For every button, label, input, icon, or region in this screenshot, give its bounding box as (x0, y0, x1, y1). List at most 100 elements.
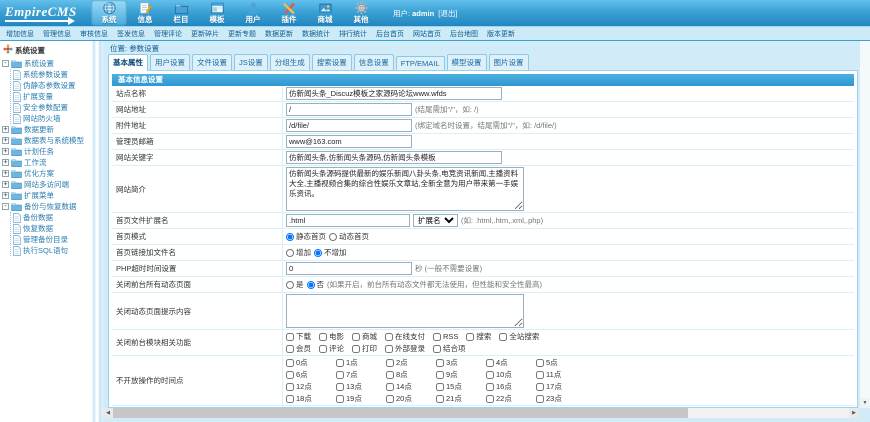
closed_hours-checkbox-0-4[interactable] (486, 358, 494, 367)
menubar-item-2[interactable]: 审核信息 (80, 29, 108, 39)
close_modules-checkbox-0-0[interactable] (286, 332, 294, 341)
closed_hours-check-0-4[interactable]: 4点 (486, 357, 536, 368)
closed_hours-check-3-0[interactable]: 18点 (286, 393, 336, 404)
tab-search[interactable]: 搜索设置 (311, 54, 352, 70)
index_mode-radio-1[interactable] (329, 232, 337, 241)
closed_hours-checkbox-1-0[interactable] (286, 370, 294, 379)
tree-leaf-rewrite-params[interactable]: 伪静态参数设置 (13, 80, 92, 91)
closed_hours-check-2-2[interactable]: 14点 (386, 381, 436, 392)
closed_hours-checkbox-0-2[interactable] (386, 358, 394, 367)
close_modules-checkbox-1-2[interactable] (352, 344, 360, 353)
tree-node-workflow[interactable]: + 工作流 (2, 157, 92, 168)
close_modules-checkbox-1-3[interactable] (385, 344, 393, 353)
closed_hours-checkbox-0-5[interactable] (536, 358, 544, 367)
tree-node-multi-access[interactable]: + 网站多访问端 (2, 179, 92, 190)
close_dynamic-radio-1[interactable] (306, 280, 315, 289)
closed_hours-checkbox-3-1[interactable] (336, 394, 344, 403)
menubar-item-10[interactable]: 后台首页 (376, 29, 404, 39)
attachment_url-input[interactable] (286, 119, 412, 132)
close_modules-checkbox-0-4[interactable] (433, 332, 441, 341)
nav-item-column[interactable]: 栏目 (163, 0, 199, 26)
tree-expander-icon[interactable]: + (2, 181, 9, 188)
closed_hours-checkbox-0-0[interactable] (286, 358, 294, 367)
closed_hours-check-0-1[interactable]: 1点 (336, 357, 386, 368)
close_modules-checkbox-1-0[interactable] (286, 344, 294, 353)
closed_hours-checkbox-3-4[interactable] (486, 394, 494, 403)
tab-info[interactable]: 信息设置 (353, 54, 394, 70)
horizontal-scrollbar[interactable]: ◀ ▶ (103, 408, 859, 418)
close_modules-checkbox-0-3[interactable] (385, 332, 393, 341)
closed_hours-checkbox-2-4[interactable] (486, 382, 494, 391)
close_modules-check-1-4[interactable]: 结合项 (433, 343, 466, 354)
index_filename-option-0[interactable]: 增加 (286, 247, 311, 258)
close_modules-check-0-1[interactable]: 电影 (319, 331, 344, 342)
closed_hours-check-2-0[interactable]: 12点 (286, 381, 336, 392)
tree-node-data-update[interactable]: + 数据更新 (2, 124, 92, 135)
tree-node-optimize[interactable]: + 优化方案 (2, 168, 92, 179)
closed_hours-checkbox-2-3[interactable] (436, 382, 444, 391)
closed_hours-checkbox-2-0[interactable] (286, 382, 294, 391)
index_ext-input[interactable] (286, 214, 410, 227)
menubar-item-7[interactable]: 数据更新 (265, 29, 293, 39)
nav-item-shop[interactable]: 商城 (307, 0, 343, 26)
logout-link[interactable]: [退出] (438, 9, 457, 18)
index_ext-select[interactable]: 扩展名 (413, 214, 458, 227)
close_dynamic-radio-0[interactable] (286, 280, 294, 289)
close_modules-check-1-0[interactable]: 会员 (286, 343, 311, 354)
close_modules-checkbox-0-5[interactable] (466, 332, 475, 341)
closed_hours-check-0-2[interactable]: 2点 (386, 357, 436, 368)
closed_hours-check-3-1[interactable]: 19点 (336, 393, 386, 404)
closed_hours-check-0-3[interactable]: 3点 (436, 357, 486, 368)
site_name-input[interactable] (286, 87, 502, 100)
close_dynamic-option-0[interactable]: 是 (286, 279, 304, 290)
index_filename-radio-1[interactable] (314, 248, 322, 257)
tree-leaf-ext-vars[interactable]: 扩展变量 (13, 91, 92, 102)
close_modules-check-0-5[interactable]: 搜索 (466, 331, 491, 342)
close_modules-check-0-0[interactable]: 下载 (286, 331, 311, 342)
tree-expander-icon[interactable]: + (2, 148, 9, 155)
breadcrumb-current[interactable]: 参数设置 (129, 44, 159, 53)
scroll-right-icon[interactable]: ▶ (849, 408, 859, 418)
site_keywords-input[interactable] (286, 151, 502, 164)
closed_hours-check-1-5[interactable]: 11点 (536, 369, 586, 380)
tree-leaf-manage-backup-dir[interactable]: 管理备份目录 (13, 234, 92, 245)
nav-item-other[interactable]: 其他 (343, 0, 379, 26)
menubar-item-0[interactable]: 增加信息 (6, 29, 34, 39)
nav-item-system[interactable]: 系统 (91, 0, 127, 26)
close_modules-checkbox-0-2[interactable] (352, 332, 360, 341)
tree-expander-icon[interactable]: + (2, 192, 9, 199)
site_description-textarea[interactable] (286, 167, 524, 211)
nav-item-template[interactable]: 模板 (199, 0, 235, 26)
closed_hours-checkbox-0-3[interactable] (436, 358, 444, 367)
close_modules-checkbox-0-1[interactable] (319, 332, 327, 341)
menubar-item-3[interactable]: 签发信息 (117, 29, 145, 39)
menubar-item-13[interactable]: 版本更新 (487, 29, 515, 39)
php_timeout-input[interactable] (286, 262, 412, 275)
close_modules-check-0-2[interactable]: 商城 (352, 331, 377, 342)
vertical-scrollbar[interactable]: ▼ (860, 41, 870, 408)
closed_hours-checkbox-1-4[interactable] (486, 370, 494, 379)
closed_hours-check-2-5[interactable]: 17点 (536, 381, 586, 392)
closed_hours-check-2-4[interactable]: 16点 (486, 381, 536, 392)
menubar-item-5[interactable]: 更新碎片 (191, 29, 219, 39)
tab-basic[interactable]: 基本属性 (108, 54, 148, 71)
closed_hours-checkbox-2-1[interactable] (336, 382, 344, 391)
frame-splitter[interactable] (92, 41, 103, 422)
closed_hours-checkbox-3-5[interactable] (536, 394, 544, 403)
closed_hours-checkbox-1-2[interactable] (386, 370, 394, 379)
closed_hours-check-1-3[interactable]: 9点 (436, 369, 486, 380)
tree-expander-icon[interactable]: + (2, 159, 9, 166)
closed_hours-check-0-5[interactable]: 5点 (536, 357, 586, 368)
closed_hours-check-1-1[interactable]: 7点 (336, 369, 386, 380)
site_url-input[interactable] (286, 103, 412, 116)
tree-leaf-security-params[interactable]: 安全参数配置 (13, 102, 92, 113)
closed_hours-check-2-3[interactable]: 15点 (436, 381, 486, 392)
tree-node-backup-restore[interactable]: - 备份与恢复数据 (2, 201, 92, 212)
closed_hours-checkbox-2-2[interactable] (386, 382, 394, 391)
tab-image[interactable]: 图片设置 (488, 54, 529, 70)
close_dynamic_tip-textarea[interactable] (286, 294, 524, 328)
closed_hours-check-1-4[interactable]: 10点 (486, 369, 536, 380)
close_dynamic-option-1[interactable]: 否 (306, 279, 324, 290)
tree-leaf-backup-data[interactable]: 备份数据 (13, 212, 92, 223)
scroll-left-icon[interactable]: ◀ (103, 408, 113, 418)
